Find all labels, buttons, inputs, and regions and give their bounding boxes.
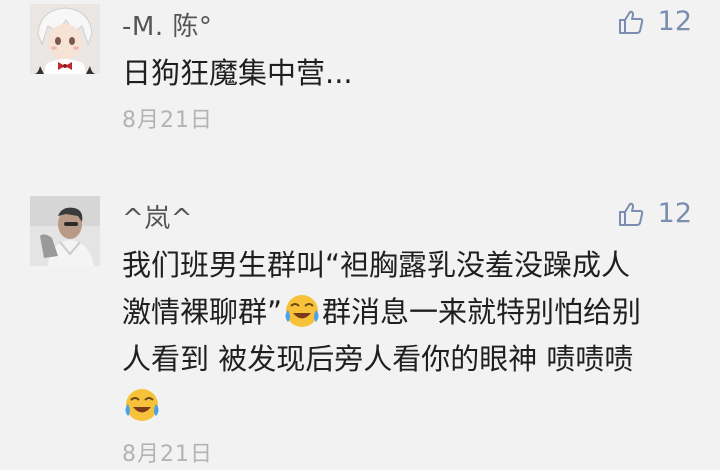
comment-text-line: 我们班男生群叫“袒胸露乳没羞没躁成人 xyxy=(122,248,631,282)
comment-date: 8月21日 xyxy=(122,442,213,467)
thumbs-up-icon xyxy=(618,202,643,226)
crying-laughing-emoji-icon xyxy=(122,384,162,424)
comment-date: 8月21日 xyxy=(122,108,213,133)
comment-text-line: 激情裸聊群” 群消息一来就特别怕给别 xyxy=(122,289,692,336)
like-button[interactable]: 12 xyxy=(618,6,692,37)
like-count: 12 xyxy=(657,198,692,229)
comment-author[interactable]: ^岚^ xyxy=(122,198,193,235)
avatar[interactable] xyxy=(30,4,100,74)
comment-text: 我们班男生群叫“袒胸露乳没羞没躁成人 激情裸聊群” 群消息一来就特别怕给别 人看到… xyxy=(122,242,692,430)
photo-person-avatar-icon xyxy=(30,196,100,266)
comment-emoji-line xyxy=(122,383,692,430)
avatar[interactable] xyxy=(30,196,100,266)
comment-text-line: 人看到 被发现后旁人看你的眼神 啧啧啧 xyxy=(122,342,634,376)
comment-author[interactable]: -M. 陈° xyxy=(122,6,212,43)
crying-laughing-emoji-icon xyxy=(282,290,322,330)
comment-text-line: 日狗狂魔集中营... xyxy=(122,56,353,90)
anime-character-avatar-icon xyxy=(30,4,100,74)
comment-text: 日狗狂魔集中营... xyxy=(122,50,692,97)
like-button[interactable]: 12 xyxy=(618,198,692,229)
like-count: 12 xyxy=(657,6,692,37)
thumbs-up-icon xyxy=(618,10,643,34)
